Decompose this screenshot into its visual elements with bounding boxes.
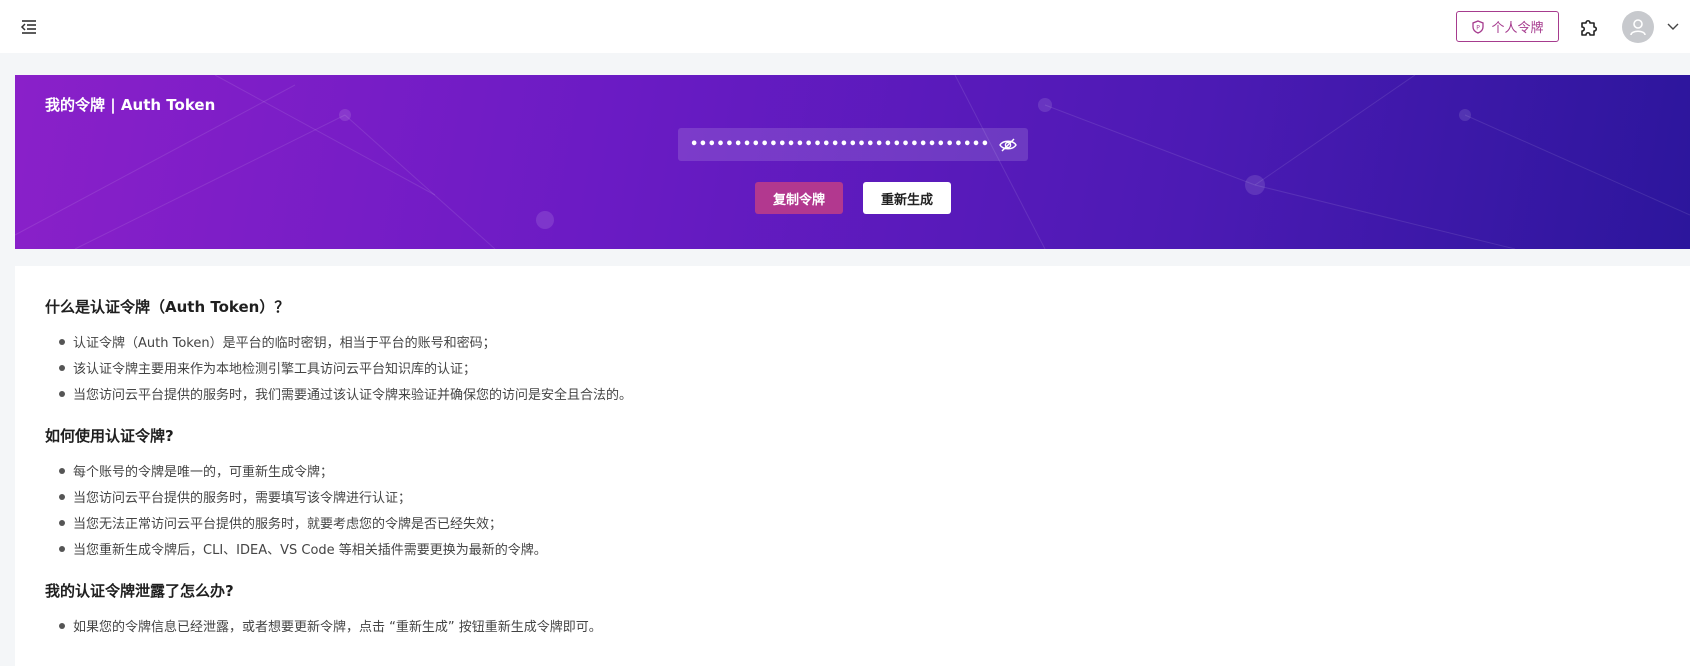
svg-text:P: P <box>1477 24 1481 31</box>
bullet-icon <box>59 519 65 526</box>
token-value: •••••••••••••••••••••••••••••••••••• <box>690 137 990 152</box>
top-bar: P 个人令牌 <box>0 0 1690 53</box>
list-item-text: 该认证令牌主要用来作为本地检测引擎工具访问云平台知识库的认证； <box>73 362 477 377</box>
list-item: 如果您的令牌信息已经泄露，或者想要更新令牌，点击 “重新生成” 按钮重新生成令牌… <box>59 616 602 635</box>
eye-off-icon[interactable] <box>998 135 1018 155</box>
page-title: 我的令牌 | Auth Token <box>45 96 216 114</box>
chevron-down-icon[interactable] <box>1666 20 1680 34</box>
regenerate-token-button[interactable]: 重新生成 <box>863 182 951 214</box>
list-item: 每个账号的令牌是唯一的，可重新生成令牌； <box>59 461 333 480</box>
list-item: 该认证令牌主要用来作为本地检测引擎工具访问云平台知识库的认证； <box>59 358 476 377</box>
token-field[interactable]: •••••••••••••••••••••••••••••••••••• <box>678 128 1028 161</box>
bullet-icon <box>59 390 65 397</box>
list-item: 当您访问云平台提供的服务时，需要填写该令牌进行认证； <box>59 487 411 506</box>
auth-token-banner: 我的令牌 | Auth Token ••••••••••••••••••••••… <box>15 75 1690 249</box>
user-avatar[interactable] <box>1622 11 1654 43</box>
copy-token-button[interactable]: 复制令牌 <box>755 182 843 214</box>
bullet-icon <box>59 338 65 345</box>
banner-network-decoration <box>15 75 1690 249</box>
list-item-text: 当您访问云平台提供的服务时，需要填写该令牌进行认证； <box>73 491 412 506</box>
faq-panel: 什么是认证令牌（Auth Token）？ 认证令牌（Auth Token）是平台… <box>15 266 1690 666</box>
shield-icon: P <box>1472 19 1485 34</box>
faq-title-what: 什么是认证令牌（Auth Token）？ <box>45 298 290 316</box>
bullet-icon <box>59 545 65 552</box>
list-item-text: 当您访问云平台提供的服务时，我们需要通过该认证令牌来验证并确保您的访问是安全且合… <box>73 388 633 403</box>
bullet-icon <box>59 493 65 500</box>
personal-token-label: 个人令牌 <box>1491 21 1544 36</box>
list-item-text: 每个账号的令牌是唯一的，可重新生成令牌； <box>73 465 334 480</box>
list-item-text: 当您重新生成令牌后，CLI、IDEA、VS Code 等相关插件需要更换为最新的… <box>73 543 547 558</box>
faq-title-leak: 我的认证令牌泄露了怎么办? <box>45 582 234 600</box>
bullet-icon <box>59 467 65 474</box>
puzzle-icon[interactable] <box>1578 15 1602 39</box>
list-item: 当您重新生成令牌后，CLI、IDEA、VS Code 等相关插件需要更换为最新的… <box>59 539 547 558</box>
bullet-icon <box>59 364 65 371</box>
list-item-text: 如果您的令牌信息已经泄露，或者想要更新令牌，点击 “重新生成” 按钮重新生成令牌… <box>73 620 602 635</box>
list-item-text: 认证令牌（Auth Token）是平台的临时密钥，相当于平台的账号和密码； <box>73 336 496 351</box>
personal-token-button[interactable]: P 个人令牌 <box>1456 11 1559 42</box>
list-item: 当您无法正常访问云平台提供的服务时，就要考虑您的令牌是否已经失效； <box>59 513 502 532</box>
bullet-icon <box>59 622 65 629</box>
list-item: 当您访问云平台提供的服务时，我们需要通过该认证令牌来验证并确保您的访问是安全且合… <box>59 384 632 403</box>
list-item-text: 当您无法正常访问云平台提供的服务时，就要考虑您的令牌是否已经失效； <box>73 517 503 532</box>
menu-fold-icon[interactable] <box>18 16 40 38</box>
faq-title-how: 如何使用认证令牌? <box>45 427 174 445</box>
user-icon <box>1630 19 1646 36</box>
list-item: 认证令牌（Auth Token）是平台的临时密钥，相当于平台的账号和密码； <box>59 332 496 351</box>
